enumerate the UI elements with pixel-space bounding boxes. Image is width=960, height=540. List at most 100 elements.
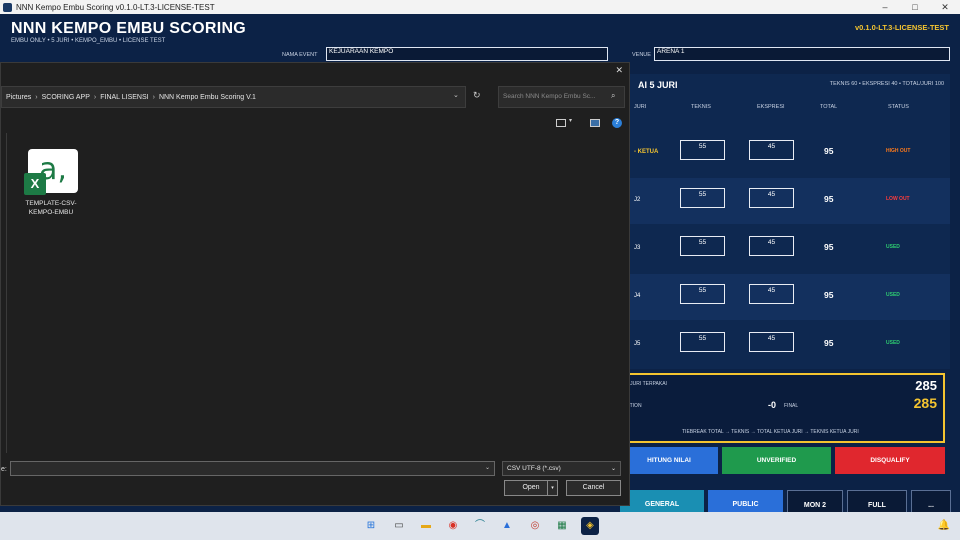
juri-row: J2 55 45 95 LOW OUT (620, 178, 950, 224)
app-subtitle: EMBU ONLY • 5 JURI • KEMPO_EMBU • LICENS… (11, 38, 166, 44)
venue-input[interactable]: ARENA 1 (654, 47, 950, 61)
file-type-value: CSV UTF-8 (*.csv) (507, 465, 561, 472)
status-badge: USED (886, 340, 900, 346)
juri-name: J3 (634, 245, 641, 251)
teknis-input[interactable]: 55 (680, 188, 725, 208)
open-label: Open (522, 484, 540, 491)
juri-row: - KETUA 55 45 95 HIGH OUT (620, 130, 950, 176)
juri-total: 95 (824, 338, 834, 348)
app-title: NNN KEMPO EMBU SCORING (11, 20, 247, 37)
juri-name: - KETUA (634, 149, 659, 155)
file-name: TEMPLATE-CSV-KEMPO-EMBU (25, 200, 77, 216)
cancel-button[interactable]: Cancel (566, 480, 621, 496)
event-input[interactable]: KEJUARAAN KEMPO (326, 47, 608, 61)
ekspresi-input[interactable]: 45 (749, 332, 794, 352)
version-label: v0.1.0-LT.3-LICENSE-TEST (854, 23, 949, 32)
juri-row: J4 55 45 95 USED (620, 274, 950, 320)
scoring-app-icon[interactable]: ◈ (581, 517, 599, 535)
open-button[interactable]: Open ▾ (504, 480, 558, 496)
preview-pane-icon[interactable] (590, 119, 600, 127)
maximize-button[interactable]: □ (900, 2, 930, 12)
final-label: FINAL (784, 403, 799, 409)
breadcrumb-item[interactable]: NNN Kempo Embu Scoring V.1 (159, 94, 256, 101)
status-badge: HIGH OUT (886, 148, 911, 154)
juri-used-total: 285 (915, 378, 937, 393)
col-juri: JURI (634, 104, 647, 110)
file-open-dialog: ✕ Pictures › SCORING APP › FINAL LISENSI › … (0, 62, 630, 506)
status-badge: USED (886, 292, 900, 298)
task-view-icon[interactable]: ▭ (390, 517, 408, 535)
teknis-input[interactable]: 55 (680, 140, 725, 160)
juri-total: 95 (824, 194, 834, 204)
unverified-button[interactable]: UNVERIFIED (722, 447, 831, 474)
juri-total: 95 (824, 290, 834, 300)
juri-total: 95 (824, 242, 834, 252)
excel-icon[interactable]: ▦ (553, 517, 571, 535)
juri-panel: AI 5 JURI TEKNIS 60 • EKSPRESI 40 • TOTA… (620, 74, 950, 369)
status-badge: USED (886, 244, 900, 250)
app-icon[interactable]: ◎ (526, 517, 544, 535)
ekspresi-input[interactable]: 45 (749, 284, 794, 304)
file-type-select[interactable]: CSV UTF-8 (*.csv) ⌄ (502, 461, 621, 476)
hitung-nilai-button[interactable]: HITUNG NILAI (620, 447, 718, 474)
chevron-right-icon: › (35, 93, 38, 101)
taskbar: ⊞ ▭ ▬ ◉ ⌒ ▲ ◎ ▦ ◈ 🔔 (0, 512, 960, 540)
col-status: STATUS (888, 104, 909, 110)
search-icon[interactable]: ⌕ (611, 91, 615, 101)
panel-title: AI 5 JURI (638, 80, 678, 90)
ekspresi-input[interactable]: 45 (749, 236, 794, 256)
chevron-down-icon[interactable]: ▾ (569, 117, 579, 125)
refresh-icon[interactable]: ↻ (473, 90, 481, 101)
teknis-input[interactable]: 55 (680, 284, 725, 304)
app-icon[interactable]: ⌒ (471, 517, 489, 535)
chevron-down-icon[interactable]: ⌄ (453, 91, 459, 99)
search-input[interactable]: Search NNN Kempo Embu Sc... (498, 86, 625, 108)
close-icon[interactable]: ✕ (615, 65, 623, 76)
summary-box: 3 JURI TERPAKAI 285 CTION -0 FINAL 285 T… (620, 373, 945, 443)
juri-name: J4 (634, 293, 641, 299)
window-titlebar: NNN Kempo Embu Scoring v0.1.0-LT.3-LICEN… (0, 0, 960, 14)
chevron-right-icon: › (93, 93, 97, 101)
juri-row: J3 55 45 95 USED (620, 226, 950, 272)
open-split-arrow-icon[interactable]: ▾ (547, 481, 557, 495)
start-icon[interactable]: ⊞ (362, 517, 380, 535)
chrome-icon[interactable]: ◉ (444, 517, 462, 535)
breadcrumb-item[interactable]: Pictures (6, 94, 31, 101)
final-score: 285 (913, 395, 937, 411)
teknis-input[interactable]: 55 (680, 236, 725, 256)
col-total: TOTAL (820, 104, 838, 110)
app-icon (3, 2, 12, 12)
ekspresi-input[interactable]: 45 (749, 188, 794, 208)
file-explorer-icon[interactable]: ▬ (417, 517, 435, 535)
help-icon[interactable]: ? (612, 118, 622, 128)
photos-icon[interactable]: ▲ (498, 517, 516, 535)
file-item[interactable]: a, X TEMPLATE-CSV-KEMPO-EMBU (21, 149, 81, 217)
file-name-input[interactable] (10, 461, 495, 476)
event-label: NAMA EVENT (282, 52, 318, 58)
minimize-button[interactable]: – (870, 2, 900, 12)
chevron-right-icon: › (152, 93, 155, 101)
deduction-value: -0 (768, 400, 777, 410)
juri-row: J5 55 45 95 USED (620, 322, 950, 368)
status-badge: LOW OUT (886, 196, 910, 202)
navigation-pane[interactable] (1, 133, 7, 453)
juri-name: J2 (634, 197, 641, 203)
disqualify-button[interactable]: DISQUALIFY (835, 447, 945, 474)
window-title: NNN Kempo Embu Scoring v0.1.0-LT.3-LICEN… (16, 2, 215, 12)
tiebreak-note: TIEBREAK TOTAL → TEKNIS → TOTAL KETUA JU… (682, 429, 859, 435)
juri-used-label: 3 JURI TERPAKAI (626, 381, 667, 387)
breadcrumb-item[interactable]: SCORING APP (42, 94, 90, 101)
chevron-down-icon[interactable]: ⌄ (485, 464, 490, 471)
close-window-button[interactable]: ✕ (930, 2, 960, 13)
address-bar[interactable]: Pictures › SCORING APP › FINAL LISENSI › NN… (1, 86, 466, 108)
view-options-icon[interactable] (556, 119, 566, 127)
venue-label: VENUE (632, 52, 651, 58)
bell-icon[interactable]: 🔔 (938, 520, 950, 531)
ekspresi-input[interactable]: 45 (749, 140, 794, 160)
col-teknis: TEKNIS (691, 104, 711, 110)
teknis-input[interactable]: 55 (680, 332, 725, 352)
file-name-label: e: (1, 466, 7, 473)
chevron-down-icon: ⌄ (610, 466, 616, 472)
excel-file-icon: a, X (24, 149, 78, 195)
breadcrumb-item[interactable]: FINAL LISENSI (100, 94, 148, 101)
